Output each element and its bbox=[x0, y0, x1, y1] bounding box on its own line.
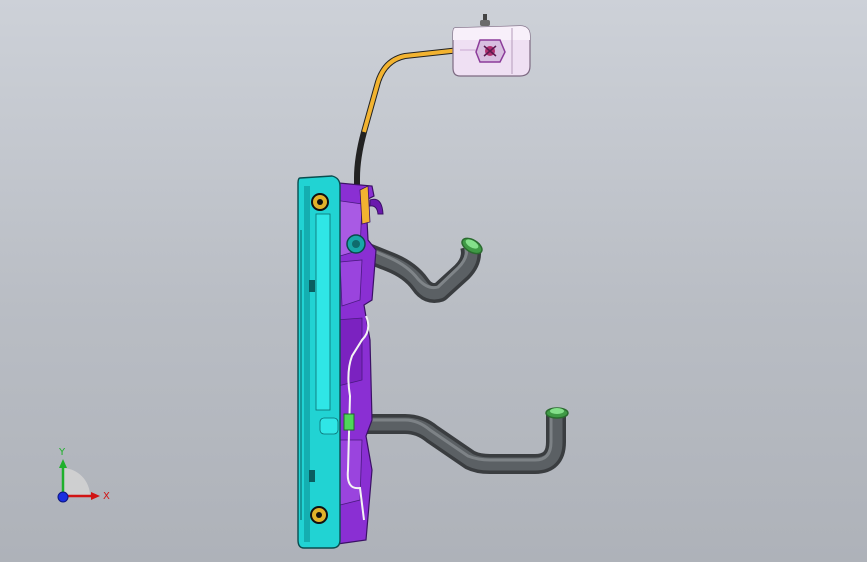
expansion-tank[interactable] bbox=[452, 14, 531, 77]
x-axis-label: X bbox=[103, 491, 110, 502]
y-axis-label: Y bbox=[58, 447, 66, 458]
z-axis bbox=[57, 491, 69, 503]
radiator-core[interactable] bbox=[297, 175, 341, 549]
coordinate-triad: X Y bbox=[57, 447, 110, 503]
cad-model[interactable]: X Y bbox=[0, 0, 867, 562]
lower-outlet-clamp[interactable] bbox=[343, 413, 355, 431]
graphics-viewport[interactable]: X Y bbox=[0, 0, 867, 562]
upper-hose[interactable] bbox=[356, 235, 485, 303]
